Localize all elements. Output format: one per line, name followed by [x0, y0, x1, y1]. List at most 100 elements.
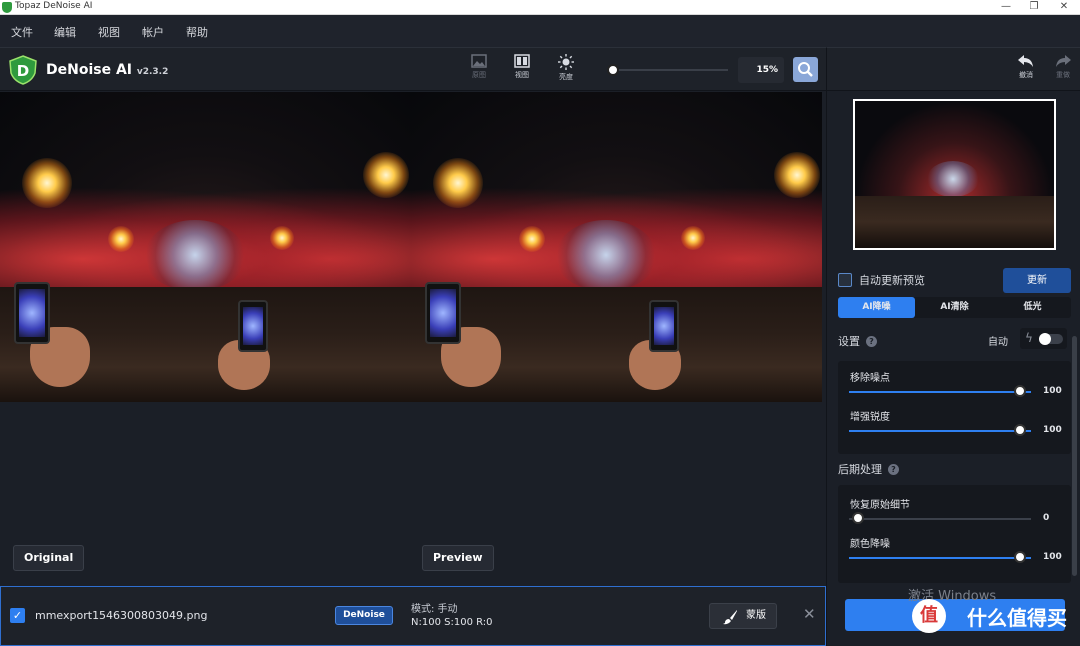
n-value: 100 — [421, 617, 441, 628]
settings-heading: 设置? — [838, 333, 877, 349]
right-panel: 自动更新预览 更新 AI降噪 AI清除 低光 设置? 自动 ϟ 移除噪点 100… — [826, 91, 1080, 646]
remove-file-icon[interactable]: ✕ — [803, 605, 816, 623]
preview-image-half — [411, 92, 822, 402]
redo-icon — [1056, 55, 1071, 67]
recover-detail-slider[interactable] — [849, 518, 1031, 520]
undo-button[interactable]: 撤消 — [1008, 54, 1044, 88]
original-image-half — [0, 92, 411, 402]
main-toolbar: D DeNoise AI v2.3.2 原图 视图 亮度 15% — [0, 47, 826, 91]
watermark-logo-icon: 值 — [912, 599, 946, 633]
undo-label: 撤消 — [1019, 71, 1033, 79]
sharpen-slider[interactable] — [849, 430, 1031, 432]
panel-scrollbar[interactable] — [1072, 336, 1077, 576]
color-noise-slider[interactable] — [849, 557, 1031, 559]
color-noise-knob[interactable] — [1014, 551, 1026, 563]
redo-label: 重做 — [1056, 71, 1070, 79]
navigator-thumbnail[interactable] — [853, 99, 1056, 250]
tab-ai-denoise[interactable]: AI降噪 — [838, 297, 915, 318]
denoise-badge: DeNoise — [335, 606, 393, 625]
menu-edit[interactable]: 编辑 — [54, 24, 76, 40]
n-label: N: — [411, 617, 422, 628]
color-noise-value: 100 — [1043, 552, 1062, 562]
recover-detail-value: 0 — [1043, 513, 1050, 523]
tab-ai-clear[interactable]: AI清除 — [916, 297, 993, 318]
window-titlebar: Topaz DeNoise AI — ❐ ✕ — [0, 0, 1080, 15]
model-tabs: AI降噪 AI清除 低光 — [838, 297, 1071, 318]
auto-update-label: 自动更新预览 — [859, 274, 925, 287]
history-toolbar: 撤消 重做 — [826, 47, 1080, 91]
redo-button[interactable]: 重做 — [1045, 54, 1080, 88]
original-image-button[interactable]: 原图 — [461, 54, 497, 88]
auto-label: 自动 — [988, 337, 1008, 348]
app-brand: DeNoise AI v2.3.2 — [46, 62, 168, 78]
menu-bar: 文件 编辑 视图 帐户 帮助 — [0, 15, 1080, 47]
settings-help-icon[interactable]: ? — [866, 336, 877, 347]
image-icon — [471, 54, 487, 68]
params-text: N:100 S:100 R:0 — [411, 617, 493, 628]
watermark-brand: 什么值得买 — [967, 606, 1067, 630]
sharpen-knob[interactable] — [1014, 424, 1026, 436]
recover-detail-label: 恢复原始细节 — [850, 500, 910, 511]
r-value: 0 — [486, 617, 493, 628]
file-name: mmexport1546300803049.png — [35, 609, 208, 622]
menu-help[interactable]: 帮助 — [186, 24, 208, 40]
remove-noise-knob[interactable] — [1014, 385, 1026, 397]
post-processing-heading: 后期处理? — [838, 461, 899, 477]
r-label: R: — [476, 617, 487, 628]
minimize-button[interactable]: — — [992, 0, 1020, 15]
zoom-value[interactable]: 15% — [738, 57, 784, 83]
brightness-button[interactable]: 亮度 — [548, 54, 584, 88]
split-view-icon — [514, 54, 530, 68]
original-label-button[interactable]: Original — [13, 545, 85, 571]
brightness-label: 亮度 — [559, 73, 573, 81]
maximize-button[interactable]: ❐ — [1020, 0, 1048, 15]
remove-noise-value: 100 — [1043, 386, 1062, 396]
app-name: DeNoise AI — [46, 62, 132, 78]
settings-label: 设置 — [838, 335, 860, 348]
file-row[interactable]: ✓ mmexport1546300803049.png DeNoise 模式: … — [0, 586, 826, 646]
sharpen-label: 增强锐度 — [850, 412, 890, 423]
app-logo-icon — [2, 2, 12, 13]
original-image-label: 原图 — [472, 71, 486, 79]
window-title: Topaz DeNoise AI — [15, 1, 93, 11]
mask-label: 蒙版 — [746, 610, 766, 621]
zoom-slider-track[interactable] — [612, 69, 728, 71]
brush-icon — [723, 610, 737, 625]
auto-toggle[interactable]: ϟ — [1020, 328, 1067, 349]
s-label: S: — [444, 617, 454, 628]
preview-label-button[interactable]: Preview — [422, 545, 494, 571]
app-version: v2.3.2 — [136, 67, 169, 77]
view-mode-button[interactable]: 视图 — [504, 54, 540, 88]
denoise-logo-icon: D — [9, 55, 37, 85]
undo-icon — [1018, 55, 1033, 67]
sharpen-value: 100 — [1043, 425, 1062, 435]
mode-text: 模式: 手动 — [411, 604, 458, 615]
update-button[interactable]: 更新 — [1003, 268, 1071, 293]
magnifier-icon — [798, 62, 813, 77]
auto-toggle-knob — [1039, 333, 1051, 345]
svg-text:D: D — [17, 62, 29, 80]
file-checkbox[interactable]: ✓ — [10, 608, 25, 623]
post-processing-help-icon[interactable]: ? — [888, 464, 899, 475]
zoom-slider-knob[interactable] — [607, 64, 619, 76]
zoom-button[interactable] — [793, 57, 818, 82]
fireworks — [145, 220, 245, 290]
view-mode-label: 视图 — [515, 71, 529, 79]
color-noise-label: 颜色降噪 — [850, 539, 890, 550]
menu-view[interactable]: 视图 — [98, 24, 120, 40]
remove-noise-label: 移除噪点 — [850, 373, 890, 384]
remove-noise-slider[interactable] — [849, 391, 1031, 393]
mask-button[interactable]: 蒙版 — [709, 603, 777, 629]
menu-account[interactable]: 帐户 — [142, 24, 164, 40]
s-value: 100 — [453, 617, 473, 628]
post-processing-label: 后期处理 — [838, 463, 882, 476]
sun-icon — [558, 54, 574, 70]
auto-update-checkbox[interactable] — [838, 273, 852, 287]
comparison-image[interactable] — [0, 92, 822, 402]
denoise-settings-card: 移除噪点 100 增强锐度 100 — [838, 361, 1071, 454]
recover-detail-knob[interactable] — [852, 512, 864, 524]
menu-file[interactable]: 文件 — [11, 24, 33, 40]
tab-low-light[interactable]: 低光 — [994, 297, 1071, 318]
post-processing-card: 恢复原始细节 0 颜色降噪 100 — [838, 485, 1071, 583]
close-window-button[interactable]: ✕ — [1050, 0, 1078, 15]
